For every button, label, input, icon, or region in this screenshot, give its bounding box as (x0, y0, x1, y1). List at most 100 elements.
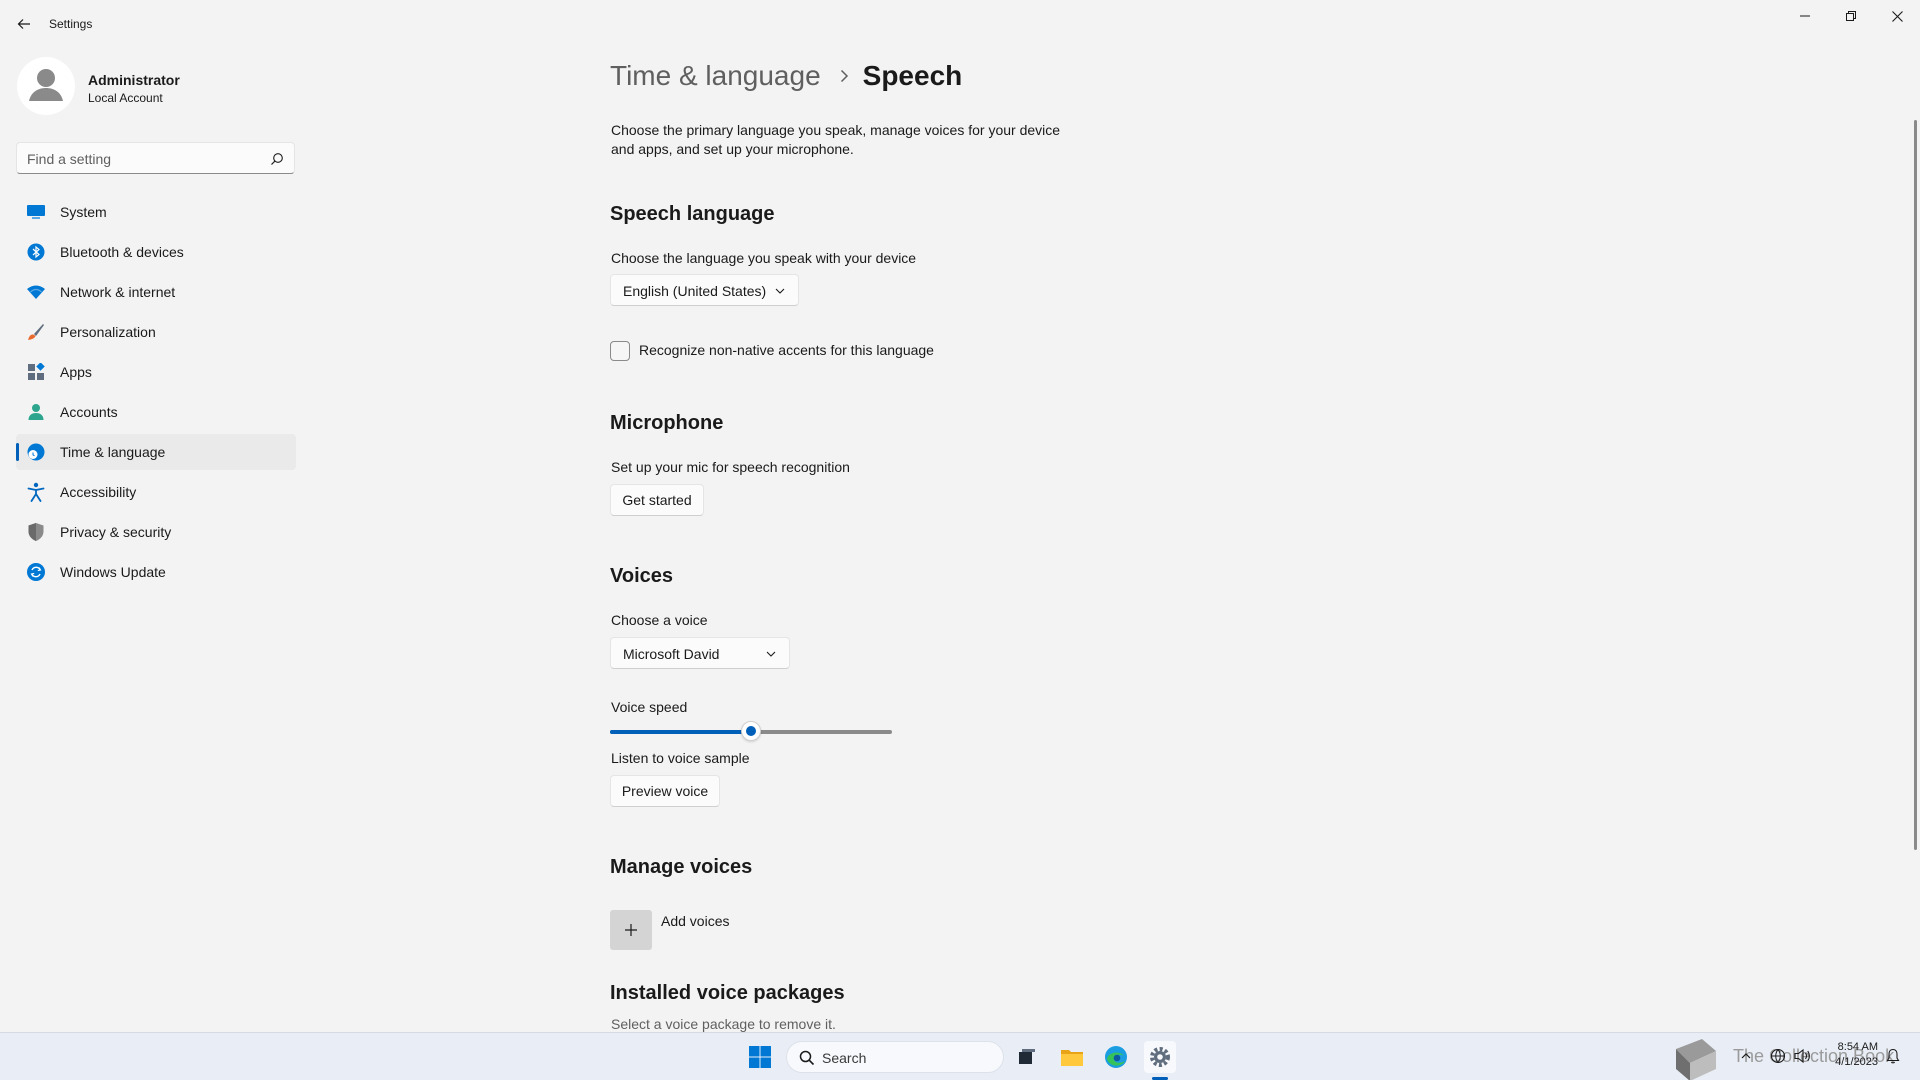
sidebar-item-label: Personalization (60, 324, 156, 340)
scrollbar[interactable] (1914, 120, 1917, 850)
breadcrumb-parent[interactable]: Time & language (610, 60, 821, 92)
app-title: Settings (49, 17, 93, 31)
edge-button[interactable] (1100, 1041, 1132, 1073)
sidebar-nav: System Bluetooth & devices Network & int… (16, 194, 296, 594)
non-native-accents-checkbox[interactable] (610, 341, 630, 361)
sidebar-item-label: Time & language (60, 444, 166, 460)
user-profile[interactable]: Administrator Local Account (17, 57, 297, 117)
file-explorer-button[interactable] (1056, 1041, 1088, 1073)
sidebar-item-personalization[interactable]: Personalization (16, 314, 296, 350)
sidebar-item-accounts[interactable]: Accounts (16, 394, 296, 430)
clock-time: 8:54 AM (1837, 1041, 1878, 1053)
book-icon (1676, 1039, 1716, 1080)
wifi-icon (26, 282, 46, 302)
add-voices-label[interactable]: Add voices (661, 913, 729, 929)
edge-browser-icon (1105, 1046, 1127, 1068)
minimize-icon (1800, 15, 1810, 17)
installed-voices-note: Select a voice package to remove it. (611, 1016, 836, 1032)
title-bar: Settings (0, 0, 1920, 48)
sidebar-item-label: Accessibility (60, 484, 137, 500)
search-input[interactable] (27, 149, 257, 169)
sidebar-item-system[interactable]: System (16, 194, 296, 230)
accessibility-icon (26, 482, 46, 502)
sidebar-item-label: System (60, 204, 107, 220)
brush-icon (26, 322, 46, 342)
settings-window: Settings Administrator Local Account Fin… (0, 0, 1920, 1032)
voice-dropdown[interactable]: Microsoft David (610, 637, 790, 669)
shield-icon (26, 522, 46, 542)
voice-speed-slider[interactable] (610, 721, 892, 741)
minimize-button[interactable] (1782, 0, 1828, 32)
speech-language-value: English (United States) (623, 283, 767, 299)
page-title: Speech (862, 60, 963, 91)
voice-speed-label: Voice speed (611, 699, 688, 715)
task-view-icon (1019, 1049, 1035, 1064)
person-avatar-icon (29, 69, 63, 101)
settings-taskbar-button[interactable] (1144, 1041, 1176, 1073)
back-button[interactable] (10, 10, 38, 38)
back-arrow-icon (17, 19, 30, 29)
speech-language-heading: Speech language (610, 203, 775, 225)
sidebar-item-label: Bluetooth & devices (60, 244, 184, 260)
apps-icon (26, 362, 46, 382)
taskbar-search-label: Search (822, 1050, 867, 1066)
close-button[interactable] (1874, 0, 1920, 32)
sidebar-item-label: Apps (60, 364, 92, 380)
slider-thumb[interactable] (741, 721, 761, 741)
get-started-button[interactable]: Get started (610, 484, 704, 516)
task-view-button[interactable] (1011, 1041, 1043, 1073)
choose-voice-label: Choose a voice (611, 612, 708, 628)
installed-voices-heading: Installed voice packages (610, 982, 845, 1004)
restore-button[interactable] (1828, 0, 1874, 32)
page-description: Choose the primary language you speak, m… (611, 122, 1061, 157)
restore-icon (1846, 11, 1856, 21)
globe-clock-icon (26, 442, 46, 462)
bluetooth-icon (26, 242, 46, 262)
voice-sample-label: Listen to voice sample (611, 750, 750, 766)
sidebar-item-accessibility[interactable]: Accessibility (16, 474, 296, 510)
sidebar-item-privacy[interactable]: Privacy & security (16, 514, 296, 550)
search-icon (799, 1050, 815, 1066)
notifications-icon[interactable] (1886, 1048, 1900, 1064)
volume-icon[interactable] (1794, 1048, 1812, 1064)
monitor-icon (26, 202, 46, 222)
taskbar: Search The Collection Book 8:54 AM 4/1/2… (0, 1032, 1920, 1080)
chevron-up-icon[interactable] (1740, 1050, 1752, 1062)
sidebar-item-label: Privacy & security (60, 524, 172, 540)
taskbar-clock[interactable]: 8:54 AM 4/1/2023 (1820, 1040, 1878, 1070)
preview-voice-button[interactable]: Preview voice (610, 775, 720, 807)
microphone-label: Set up your mic for speech recognition (611, 459, 850, 475)
breadcrumb: Time & language Speech (610, 54, 962, 98)
speech-language-dropdown[interactable]: English (United States) (610, 274, 799, 306)
sidebar-item-bluetooth[interactable]: Bluetooth & devices (16, 234, 296, 270)
speech-language-label: Choose the language you speak with your … (611, 250, 917, 266)
non-native-accents-label[interactable]: Recognize non-native accents for this la… (639, 342, 934, 358)
sidebar-item-time-language[interactable]: Time & language (16, 434, 296, 470)
person-icon (26, 402, 46, 422)
sidebar-item-windows-update[interactable]: Windows Update (16, 554, 296, 590)
sidebar-item-apps[interactable]: Apps (16, 354, 296, 390)
windows-logo-icon (749, 1046, 771, 1068)
update-icon (26, 562, 46, 582)
sidebar-item-label: Accounts (60, 404, 118, 420)
start-button[interactable] (744, 1041, 776, 1073)
plus-icon (625, 924, 637, 936)
gear-icon (1150, 1047, 1170, 1067)
clock-date: 4/1/2023 (1835, 1056, 1878, 1068)
profile-name: Administrator (88, 72, 180, 88)
slider-fill (610, 730, 751, 734)
close-icon (1891, 10, 1903, 22)
sidebar-item-network[interactable]: Network & internet (16, 274, 296, 310)
manage-voices-heading: Manage voices (610, 856, 753, 878)
chevron-down-icon (775, 288, 785, 294)
network-icon[interactable] (1770, 1048, 1786, 1064)
window-controls (1782, 0, 1920, 32)
sidebar-item-label: Windows Update (60, 564, 166, 580)
search-icon[interactable] (270, 152, 284, 166)
taskbar-search[interactable]: Search (786, 1041, 1004, 1073)
sidebar-item-label: Network & internet (60, 284, 176, 300)
chevron-down-icon (766, 651, 776, 657)
profile-account-type: Local Account (88, 91, 163, 105)
voice-value: Microsoft David (623, 646, 720, 662)
add-voices-button[interactable] (610, 910, 652, 950)
